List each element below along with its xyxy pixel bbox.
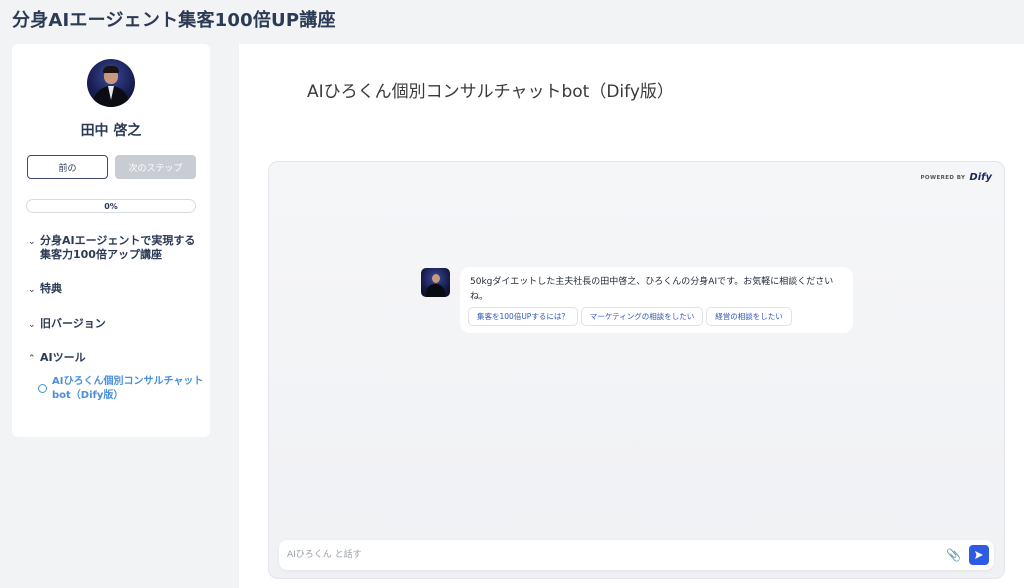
powered-by-badge[interactable]: POWERED BY Dify	[921, 172, 993, 183]
chat-input-bar: 📎	[279, 540, 994, 570]
page-title: 分身AIエージェント集客100倍UP講座	[12, 10, 336, 31]
main-content: AIひろくん個別コンサルチャットbot（Dify版） POWERED BY Di…	[239, 44, 1024, 588]
suggestion-button[interactable]: 集客を100倍UPするには？	[468, 307, 578, 326]
powered-by-label: POWERED BY	[920, 174, 966, 181]
user-name: 田中 啓之	[80, 123, 142, 139]
prev-button[interactable]: 前の	[27, 155, 108, 179]
paperclip-icon[interactable]: 📎	[946, 547, 961, 563]
avatar	[87, 59, 135, 107]
nav-section-course[interactable]: ⌄ 分身AIエージェントで実現する集客力100倍アップ講座	[12, 234, 210, 262]
progress-bar: 0%	[26, 199, 196, 213]
chevron-down-icon: ⌄	[28, 320, 36, 330]
nav-item-chatbot[interactable]: AIひろくん個別コンサルチャットbot（Dify版）	[38, 375, 208, 403]
suggested-questions: 集客を100倍UPするには？ マーケティングの相談をしたい 経営の相談をしたい	[468, 307, 792, 326]
nav-section-label: 分身AIエージェントで実現する集客力100倍アップ講座	[40, 234, 196, 261]
bot-message-text: 50kgダイエットした主夫社長の田中啓之、ひろくんの分身AIです。お気軽に相談く…	[470, 277, 834, 302]
lesson-title: AIひろくん個別コンサルチャットbot（Dify版）	[307, 82, 674, 102]
dify-logo: Dify	[969, 172, 992, 183]
suggestion-button[interactable]: 経営の相談をしたい	[706, 307, 792, 326]
nav-section-label: AIツール	[40, 351, 86, 364]
progress-label: 0%	[104, 201, 118, 211]
send-button[interactable]	[969, 545, 989, 565]
nav-item-label: AIひろくん個別コンサルチャットbot（Dify版）	[52, 376, 204, 401]
circle-icon	[38, 384, 47, 393]
chat-input[interactable]	[287, 540, 927, 570]
nav-section-old-version[interactable]: ⌄ 旧バージョン	[12, 317, 116, 332]
nav-section-label: 旧バージョン	[40, 317, 106, 330]
nav-section-ai-tools[interactable]: ⌃ AIツール	[12, 351, 96, 366]
send-icon	[975, 551, 983, 559]
nav-section-label: 特典	[40, 282, 62, 295]
chevron-up-icon: ⌃	[28, 354, 36, 364]
chevron-down-icon: ⌄	[28, 285, 36, 295]
bot-avatar	[421, 268, 450, 297]
suggestion-button[interactable]: マーケティングの相談をしたい	[580, 307, 704, 326]
bot-message-bubble: 50kgダイエットした主夫社長の田中啓之、ひろくんの分身AIです。お気軽に相談く…	[460, 267, 853, 333]
chatbot-frame: POWERED BY Dify 50kgダイエットした主夫社長の田中啓之、ひろく…	[268, 161, 1005, 579]
nav-section-bonus[interactable]: ⌄ 特典	[12, 282, 72, 297]
sidebar: 田中 啓之 前の 次のステップ 0% ⌄ 分身AIエージェントで実現する集客力1…	[12, 44, 210, 437]
chevron-down-icon: ⌄	[28, 237, 36, 247]
next-step-button[interactable]: 次のステップ	[115, 155, 196, 179]
